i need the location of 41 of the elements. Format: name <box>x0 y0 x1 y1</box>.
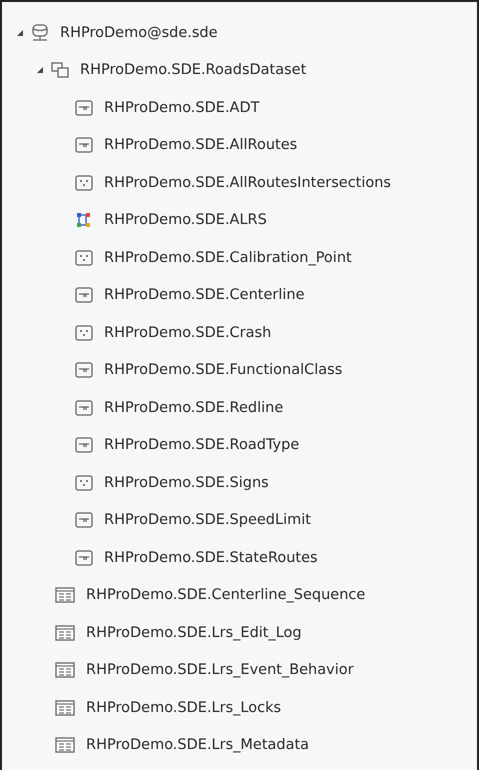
tree-item[interactable]: RHProDemo.SDE.RoadsDataset <box>80 62 306 78</box>
point-feature-icon <box>74 472 94 493</box>
line-feature-icon <box>74 510 94 530</box>
table-icon <box>54 660 76 680</box>
tree-item[interactable]: RHProDemo.SDE.Centerline <box>104 287 305 304</box>
point-feature-icon <box>74 322 94 343</box>
tree-item[interactable]: RHProDemo.SDE.ADT <box>104 100 260 116</box>
tree-item[interactable]: RHProDemo.SDE.Centerline_Sequence <box>86 587 366 604</box>
line-feature-icon <box>74 435 94 456</box>
tree-item[interactable]: RHProDemo.SDE.Signs <box>104 474 269 491</box>
tree-item[interactable]: RHProDemo.SDE.FunctionalClass <box>104 362 342 378</box>
tree-item[interactable]: RHProDemo.SDE.Lrs_Edit_Log <box>86 624 302 641</box>
line-feature-icon <box>74 135 94 156</box>
tree-item[interactable]: RHProDemo.SDE.Crash <box>104 324 272 341</box>
tree-item[interactable]: RHProDemo.SDE.Lrs_Locks <box>86 700 282 716</box>
tree-item[interactable]: RHProDemo.SDE.StateRoutes <box>104 550 318 566</box>
tree-item[interactable]: RHProDemo.SDE.AllRoutes <box>104 137 298 154</box>
line-feature-icon <box>74 98 94 118</box>
tree-item[interactable]: RHProDemo.SDE.AllRoutesIntersections <box>104 174 391 191</box>
line-feature-icon <box>74 285 94 306</box>
line-feature-icon <box>74 398 94 418</box>
table-icon <box>54 698 76 718</box>
table-icon <box>54 585 76 606</box>
tree-item[interactable]: RHProDemo.SDE.Calibration_Point <box>104 250 352 266</box>
dataset-icon <box>50 60 70 80</box>
tree-item[interactable]: RHProDemo.SDE.Redline <box>104 400 284 416</box>
table-icon <box>54 735 76 756</box>
tree-item[interactable]: RHProDemo.SDE.SpeedLimit <box>104 512 311 528</box>
tree-item[interactable]: RHProDemo.SDE.ALRS <box>104 212 267 228</box>
database-icon <box>30 22 50 43</box>
tree-item[interactable]: RHProDemo.SDE.RoadType <box>104 437 300 454</box>
line-feature-icon <box>74 548 94 568</box>
table-icon <box>54 622 76 643</box>
expanded-arrow-icon[interactable] <box>16 28 24 37</box>
tree-item[interactable]: RHProDemo.SDE.Lrs_Event_Behavior <box>86 662 354 678</box>
tree-item[interactable]: RHProDemo.SDE.Lrs_Metadata <box>86 737 310 754</box>
expanded-arrow-icon[interactable] <box>36 66 44 74</box>
tree-item[interactable]: RHProDemo@sde.sde <box>60 24 218 41</box>
point-feature-icon <box>74 248 94 268</box>
point-feature-icon <box>74 172 94 193</box>
line-feature-icon <box>74 360 94 380</box>
